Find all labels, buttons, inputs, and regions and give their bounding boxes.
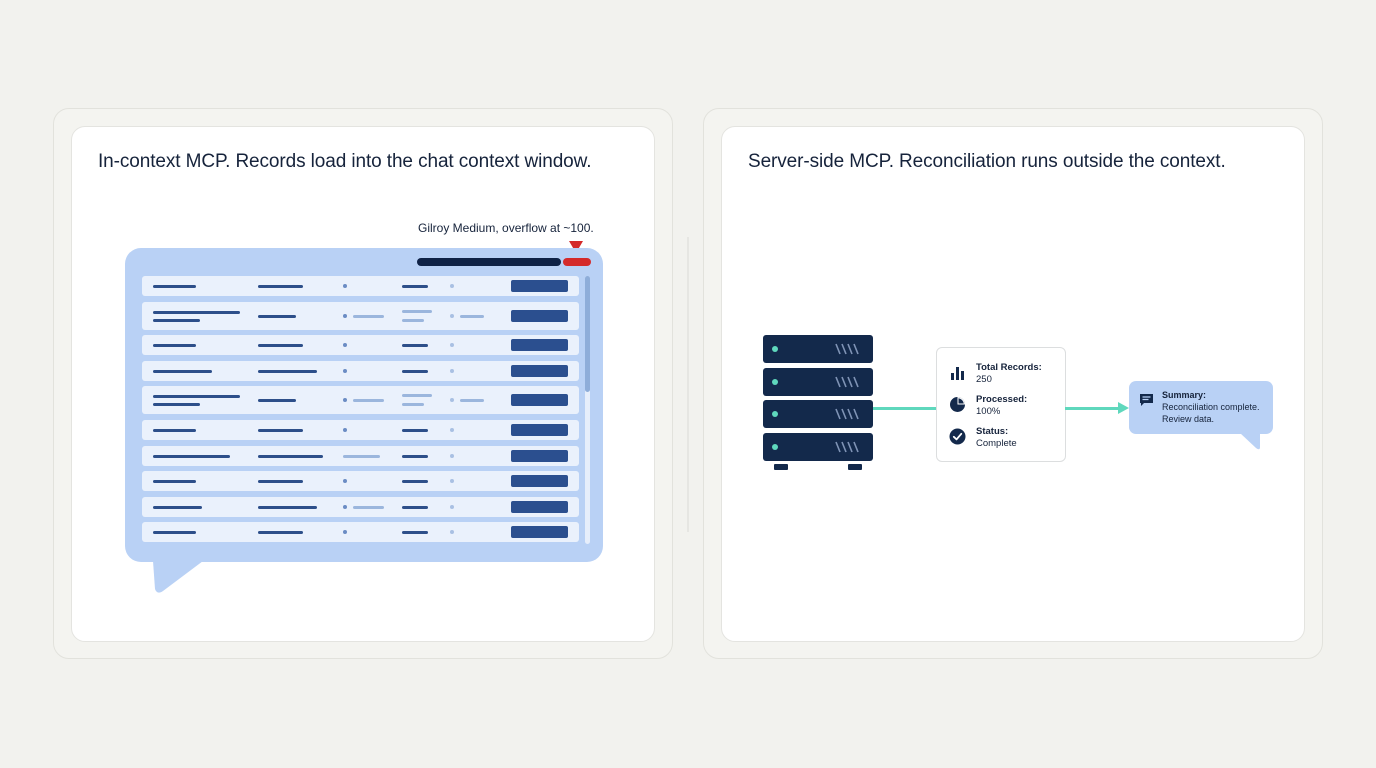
- summary-title: Summary:: [1162, 390, 1207, 400]
- in-context-card: In-context MCP. Records load into the ch…: [71, 126, 655, 642]
- record-row: [142, 335, 579, 356]
- summary-line: Reconciliation complete.: [1162, 402, 1260, 412]
- summary-bubble: Summary: Reconciliation complete. Review…: [1129, 381, 1273, 434]
- record-row: [142, 471, 579, 492]
- server-side-card: Server-side MCP. Reconciliation runs out…: [721, 126, 1305, 642]
- records-list: [142, 276, 579, 548]
- bar-chart-icon: [951, 367, 964, 380]
- scrollbar-thumb[interactable]: [585, 276, 590, 392]
- record-row: [142, 386, 579, 415]
- record-row: [142, 301, 579, 330]
- connector-line: [1065, 407, 1119, 410]
- summary-line: Review data.: [1162, 414, 1215, 424]
- record-row: [142, 496, 579, 517]
- chat-bubble-tail: [153, 561, 203, 593]
- context-overflow-bar: [563, 258, 591, 266]
- server-side-title: Server-side MCP. Reconciliation runs out…: [748, 151, 1226, 172]
- arrow-right-icon: [1118, 402, 1129, 414]
- server-rack-icon: [763, 335, 873, 470]
- record-row: [142, 419, 579, 440]
- record-row: [142, 522, 579, 543]
- scrollbar[interactable]: [585, 276, 590, 544]
- context-capacity-bar: [417, 258, 561, 266]
- overflow-note: Gilroy Medium, overflow at ~100.: [418, 221, 594, 235]
- record-row: [142, 445, 579, 466]
- chat-context-bubble: [125, 248, 603, 562]
- record-row: [142, 360, 579, 381]
- pie-chart-icon: [950, 397, 965, 412]
- check-circle-icon: [949, 428, 966, 445]
- panel-divider: [687, 237, 689, 532]
- server-side-panel: Server-side MCP. Reconciliation runs out…: [703, 108, 1323, 659]
- summary-bubble-tail: [1240, 433, 1260, 450]
- in-context-title: In-context MCP. Records load into the ch…: [98, 151, 592, 172]
- in-context-panel: In-context MCP. Records load into the ch…: [53, 108, 673, 659]
- chat-message-icon: [1140, 394, 1153, 406]
- record-row: [142, 276, 579, 296]
- reconciliation-status-card: Total Records: 250 Processed: 100% Statu…: [936, 347, 1066, 462]
- connector-line: [873, 407, 936, 410]
